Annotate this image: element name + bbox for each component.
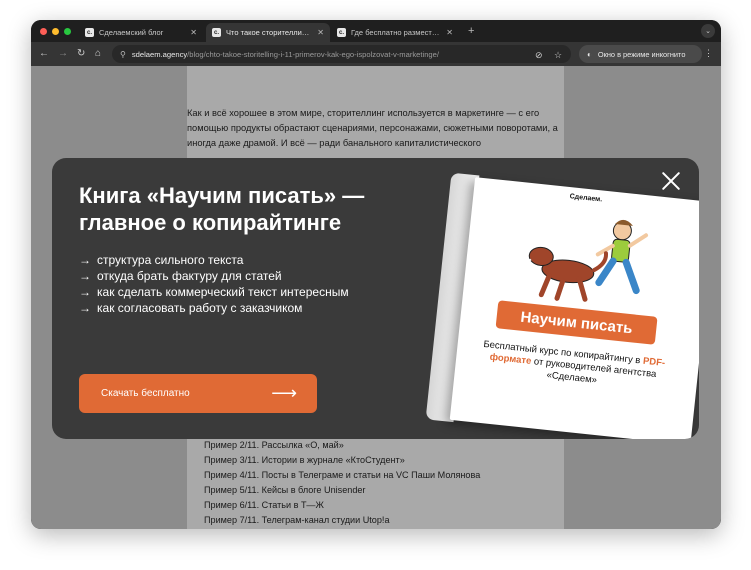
- tab-favicon-icon: с.: [212, 28, 221, 37]
- download-free-button[interactable]: Скачать бесплатно ⟶: [79, 374, 317, 413]
- site-info-icon[interactable]: ⚲: [120, 50, 126, 59]
- book-subtitle: Бесплатный курс по копирайтингу в PDF-фо…: [482, 338, 666, 386]
- tab-favicon-icon: с.: [337, 28, 346, 37]
- bookmark-star-icon[interactable]: ☆: [554, 50, 562, 61]
- list-item: → структура сильного текста: [79, 253, 244, 267]
- tab-close-icon[interactable]: ✕: [190, 28, 197, 37]
- book-cover-image: Сделаем. Научим писать Бесплатный курс п…: [424, 172, 699, 439]
- tab-title: Сделаемский блог: [99, 28, 164, 37]
- tab-search-button[interactable]: ⌄: [701, 24, 715, 38]
- book-illustration-dog-man-icon: [525, 219, 649, 302]
- browser-window: с. Сделаемский блог ✕ с. Что такое стори…: [31, 20, 721, 529]
- tab-title: Что такое сторителлинг и 11 приме: [226, 28, 312, 37]
- url-path: /blog/chto-takoe-storitelling-i-11-prime…: [187, 49, 439, 59]
- article-paragraph: Как и всё хорошее в этом мире, сторителл…: [187, 108, 558, 148]
- promo-modal: Книга «Научим писать» — главное о копира…: [52, 158, 699, 439]
- list-item[interactable]: Пример 5/11. Кейсы в блоге Unisender: [204, 483, 480, 498]
- page-viewport: Как и всё хорошее в этом мире, сторителл…: [31, 66, 721, 529]
- article-examples-list: Пример 2/11. Рассылка «О, май» Пример 3/…: [204, 438, 480, 528]
- eye-off-icon[interactable]: ⊘: [535, 50, 543, 61]
- browser-toolbar: ← → ↻ ⌂ ⚲ sdelaem.agency /blog/chto-tako…: [31, 42, 721, 66]
- incognito-icon: ◐: [587, 49, 592, 59]
- tab-sdelaem-blog[interactable]: с. Сделаемский блог ✕: [79, 23, 203, 42]
- home-button[interactable]: ⌂: [95, 47, 101, 61]
- new-tab-button[interactable]: +: [468, 25, 474, 37]
- modal-bullet-list: → структура сильного текста → откуда брать…: [79, 252, 349, 316]
- tab-bar: с. Сделаемский блог ✕ с. Что такое стори…: [31, 20, 721, 42]
- minimize-window-button[interactable]: [52, 28, 59, 35]
- download-button-label: Скачать бесплатно: [101, 388, 190, 399]
- list-item[interactable]: Пример 3/11. Истории в журнале «КтоСтуде…: [204, 453, 480, 468]
- url-host: sdelaem.agency: [131, 49, 188, 59]
- arrow-right-icon: →: [79, 269, 91, 283]
- incognito-label: Окно в режиме инкогнито: [597, 49, 686, 59]
- tab-close-icon[interactable]: ✕: [446, 28, 453, 37]
- back-button[interactable]: ←: [39, 47, 49, 61]
- list-item: → как сделать коммерческий текст интересн…: [79, 285, 349, 299]
- list-item: → откуда брать фактуру для статей: [79, 269, 282, 283]
- book-brand-logo: Сделаем.: [569, 193, 603, 204]
- incognito-badge[interactable]: ◐ Окно в режиме инкогнито: [579, 45, 702, 63]
- zoom-window-button[interactable]: [64, 28, 71, 35]
- modal-title: Книга «Научим писать» — главное о копира…: [79, 183, 365, 235]
- browser-menu-icon[interactable]: ⋮: [704, 48, 713, 59]
- list-item[interactable]: Пример 7/11. Телеграм-канал студии Utop!…: [204, 513, 480, 528]
- arrow-right-icon: ⟶: [271, 383, 297, 403]
- reload-button[interactable]: ↻: [77, 47, 85, 61]
- tab-close-icon[interactable]: ✕: [317, 28, 324, 37]
- address-bar[interactable]: ⚲ sdelaem.agency /blog/chto-takoe-storit…: [112, 45, 571, 63]
- list-item[interactable]: Пример 2/11. Рассылка «О, май»: [204, 438, 480, 453]
- tab-where-to-publish[interactable]: с. Где бесплатно разместить статью ✕: [331, 23, 459, 42]
- close-window-button[interactable]: [40, 28, 47, 35]
- close-modal-button[interactable]: [660, 170, 682, 192]
- tab-storytelling[interactable]: с. Что такое сторителлинг и 11 приме ✕: [206, 23, 330, 42]
- forward-button[interactable]: →: [58, 47, 68, 61]
- list-item[interactable]: Пример 6/11. Статьи в Т—Ж: [204, 498, 480, 513]
- arrow-right-icon: →: [79, 301, 91, 315]
- list-item: → как согласовать работу с заказчиком: [79, 301, 303, 315]
- arrow-right-icon: →: [79, 253, 91, 267]
- tab-favicon-icon: с.: [85, 28, 94, 37]
- book-cover: Сделаем. Научим писать Бесплатный курс п…: [449, 177, 699, 439]
- tab-title: Где бесплатно разместить статью: [351, 28, 442, 37]
- list-item[interactable]: Пример 4/11. Посты в Телеграме и статьи …: [204, 468, 480, 483]
- arrow-right-icon: →: [79, 285, 91, 299]
